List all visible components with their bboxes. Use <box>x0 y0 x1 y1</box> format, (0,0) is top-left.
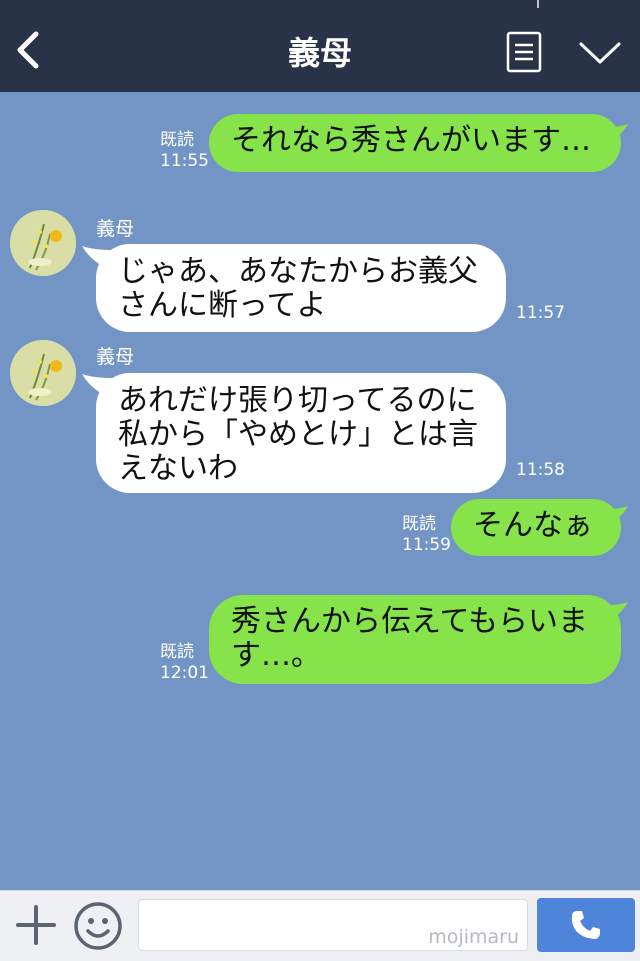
message-bubble-incoming[interactable]: じゃあ、あなたからお義父 さんに断ってよ <box>96 244 506 332</box>
avatar[interactable] <box>10 210 76 276</box>
message-time: 11:57 <box>516 303 565 323</box>
status-bar-fragment <box>537 0 539 8</box>
sender-name: 義母 <box>96 346 135 368</box>
menu-icon[interactable] <box>506 31 542 73</box>
avatar[interactable] <box>10 340 76 406</box>
watermark: mojimaru <box>428 926 519 948</box>
message-bubble-outgoing[interactable]: そんなぁ <box>451 499 621 556</box>
message-bubble-incoming[interactable]: あれだけ張り切ってるのに 私から「やめとけ」とは言 えないわ <box>96 373 506 493</box>
read-receipt: 既読 11:55 <box>160 130 209 171</box>
phone-icon <box>571 911 600 939</box>
chat-header: 義母 <box>0 0 640 92</box>
read-receipt: 既読 11:59 <box>402 514 451 555</box>
message-bubble-outgoing[interactable]: それなら秀さんがいます… <box>209 114 621 172</box>
message-time: 11:58 <box>516 460 565 480</box>
back-icon[interactable] <box>14 30 44 70</box>
emoji-icon[interactable] <box>73 901 123 951</box>
message-bubble-outgoing[interactable]: 秀さんから伝えてもらいま す…。 <box>209 595 621 684</box>
message-input[interactable]: mojimaru <box>138 899 528 951</box>
sender-name: 義母 <box>96 218 135 240</box>
chevron-down-icon[interactable] <box>578 38 622 68</box>
plus-icon[interactable] <box>14 903 58 947</box>
read-receipt: 既読 12:01 <box>160 642 209 683</box>
message-list[interactable]: 既読 11:55 それなら秀さんがいます… 義母 じゃあ、あなたからお義父 さん… <box>0 92 640 890</box>
call-button[interactable] <box>537 898 635 952</box>
input-bar: mojimaru <box>0 890 640 961</box>
page-title: 義母 <box>287 34 352 72</box>
